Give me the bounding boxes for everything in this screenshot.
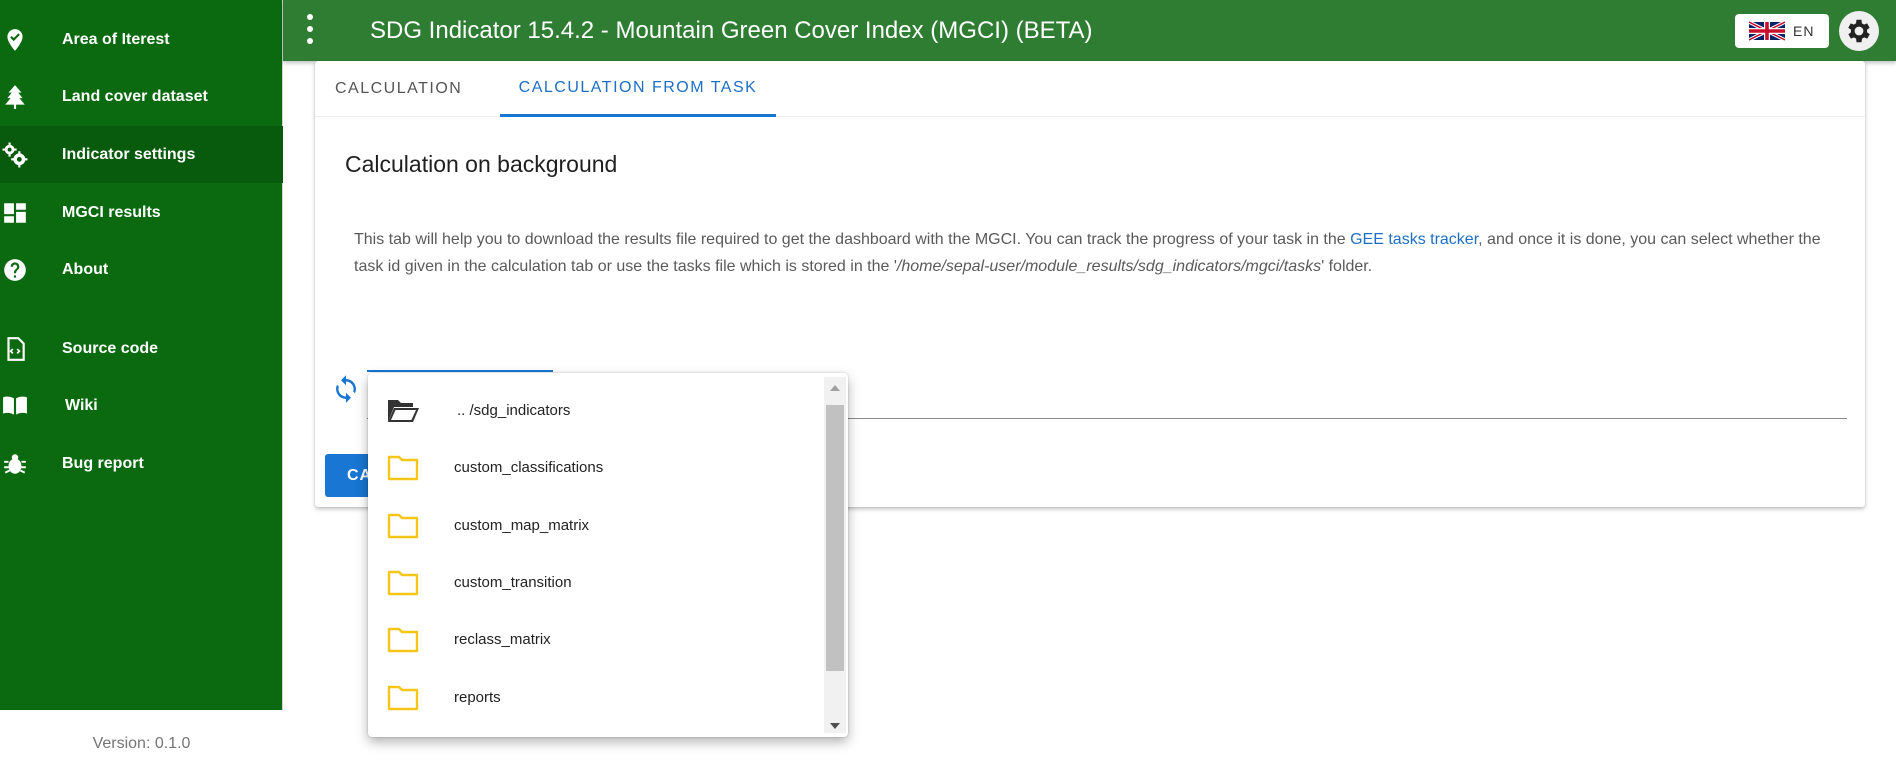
- sidebar: Area of Iterest Land cover dataset Indic…: [0, 0, 283, 777]
- sidebar-item-bug-report[interactable]: Bug report: [0, 435, 283, 492]
- scrollbar[interactable]: [824, 377, 846, 733]
- scroll-down-icon[interactable]: [830, 723, 840, 729]
- app-bar: SDG Indicator 15.4.2 - Mountain Green Co…: [283, 0, 1896, 61]
- gee-tasks-tracker-link[interactable]: GEE tasks tracker: [1350, 231, 1478, 248]
- panel-description: This tab will help you to download the r…: [354, 226, 1844, 280]
- gear-icon: [1848, 19, 1870, 43]
- sidebar-item-label: Land cover dataset: [62, 87, 208, 105]
- sidebar-item-label: Wiki: [65, 396, 98, 414]
- list-item-label: reclass_matrix: [454, 631, 551, 648]
- panel-title: Calculation on background: [345, 151, 618, 177]
- cogs-icon: [0, 140, 30, 170]
- sidebar-item-label: Area of Iterest: [62, 30, 170, 48]
- tab-calculation-from-task[interactable]: CALCULATION FROM TASK: [500, 61, 776, 117]
- tab-calculation[interactable]: CALCULATION: [335, 61, 462, 117]
- scrollbar-thumb[interactable]: [826, 405, 844, 671]
- folder-icon: [386, 625, 420, 655]
- bug-icon: [0, 449, 30, 479]
- sidebar-item-mgci-results[interactable]: MGCI results: [0, 184, 283, 241]
- list-item-label: reports: [454, 689, 501, 706]
- uk-flag-icon: [1749, 21, 1785, 41]
- sidebar-item-source-code[interactable]: Source code: [0, 320, 283, 377]
- file-input-focus: [367, 370, 553, 372]
- sidebar-item-area-of-interest[interactable]: Area of Iterest: [0, 11, 283, 68]
- pine-tree-icon: [0, 82, 30, 112]
- description-text: This tab will help you to download the r…: [354, 231, 1351, 248]
- list-item-label: custom_transition: [454, 574, 572, 591]
- sidebar-item-about[interactable]: About: [0, 241, 283, 298]
- refresh-icon: [336, 375, 356, 403]
- list-item-folder[interactable]: reports: [368, 669, 824, 726]
- sidebar-item-label: MGCI results: [62, 203, 161, 221]
- scroll-up-icon[interactable]: [830, 385, 840, 391]
- language-button[interactable]: EN: [1735, 14, 1829, 48]
- list-item-folder[interactable]: custom_classifications: [368, 439, 824, 496]
- sidebar-item-label: Bug report: [62, 454, 144, 472]
- folder-open-icon: [386, 396, 420, 426]
- list-item-parent-folder[interactable]: .. /sdg_indicators: [368, 382, 824, 439]
- question-circle-icon: [0, 255, 30, 285]
- file-code-icon: [0, 334, 30, 364]
- list-item-label: custom_classifications: [454, 459, 604, 476]
- file-select-menu[interactable]: .. /sdg_indicators custom_classification…: [368, 373, 848, 737]
- version-label: Version: 0.1.0: [0, 710, 283, 777]
- tasks-folder-path: /home/sepal-user/module_results/sdg_indi…: [896, 258, 1322, 275]
- description-text: ' folder.: [1321, 258, 1373, 275]
- sidebar-item-wiki[interactable]: Wiki: [0, 377, 283, 434]
- sidebar-item-label: Source code: [62, 339, 159, 357]
- tabs-bar: CALCULATION CALCULATION FROM TASK: [315, 61, 1865, 117]
- folder-icon: [386, 568, 420, 598]
- sidebar-item-label: Indicator settings: [62, 145, 196, 163]
- sidebar-item-indicator-settings[interactable]: Indicator settings: [0, 126, 283, 183]
- folder-icon: [386, 683, 420, 713]
- language-code: EN: [1793, 23, 1815, 39]
- dashboard-icon: [0, 198, 30, 228]
- list-item-folder[interactable]: custom_transition: [368, 554, 824, 611]
- sidebar-item-label: About: [62, 260, 109, 278]
- list-item-label: .. /sdg_indicators: [457, 402, 571, 419]
- sidebar-item-land-cover-dataset[interactable]: Land cover dataset: [0, 68, 283, 125]
- folder-icon: [386, 511, 420, 541]
- list-item-folder[interactable]: custom_map_matrix: [368, 497, 824, 554]
- folder-icon: [386, 453, 420, 483]
- refresh-button[interactable]: [331, 374, 361, 404]
- list-item-label: custom_map_matrix: [454, 517, 590, 534]
- more-vert-icon[interactable]: [304, 14, 316, 44]
- book-open-icon: [0, 391, 30, 421]
- map-marker-check-icon: [0, 25, 30, 55]
- list-item-folder[interactable]: reclass_matrix: [368, 611, 824, 668]
- app-title: SDG Indicator 15.4.2 - Mountain Green Co…: [370, 17, 1093, 44]
- settings-button[interactable]: [1839, 11, 1879, 51]
